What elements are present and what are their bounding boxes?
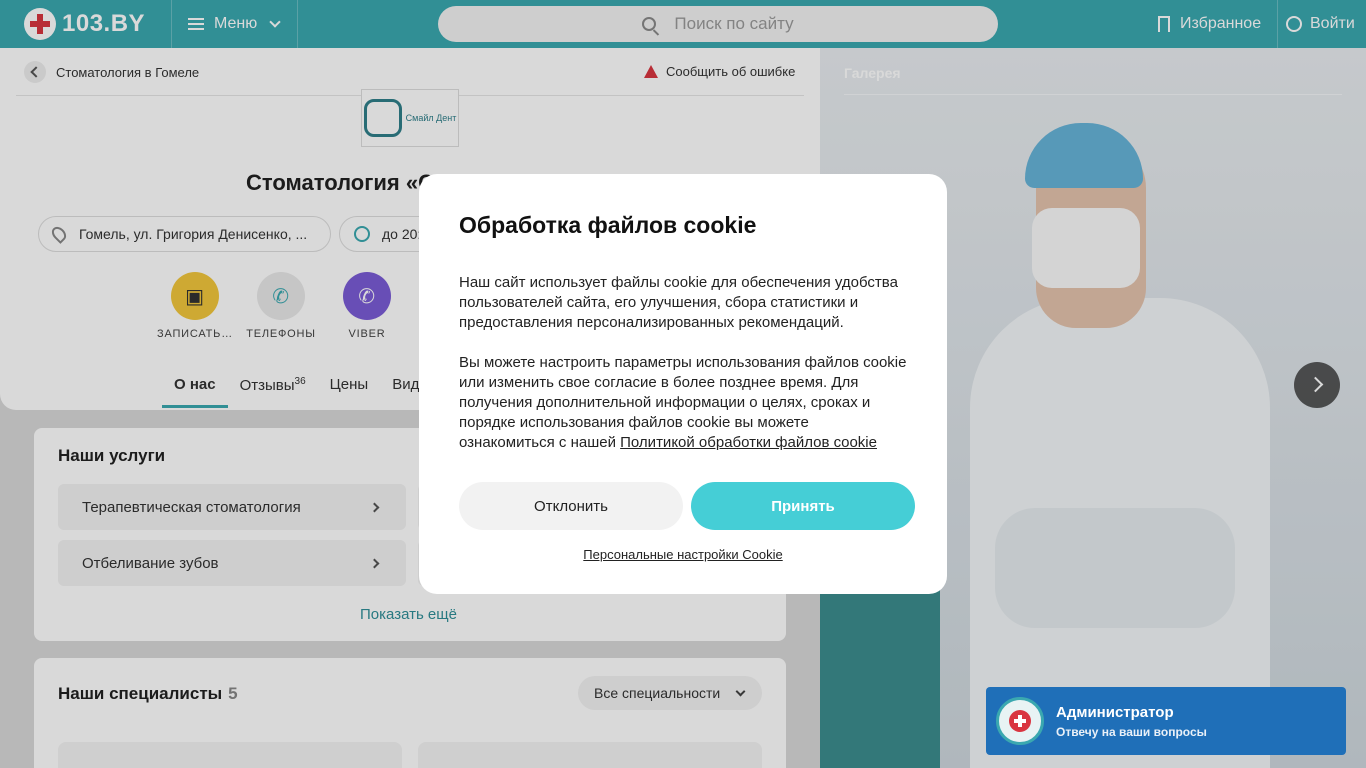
admin-text: Администратор Отвечу на ваши вопросы (1056, 704, 1207, 739)
accept-button[interactable]: Принять (691, 482, 915, 530)
cookie-policy-link[interactable]: Политикой обработки файлов cookie (620, 434, 877, 451)
cookie-settings-link[interactable]: Персональные настройки Cookie (419, 547, 947, 562)
admin-subtitle: Отвечу на ваши вопросы (1056, 724, 1207, 739)
medical-cross-icon (1009, 710, 1031, 732)
cookie-dialog: Обработка файлов cookie Наш сайт использ… (419, 174, 947, 594)
admin-chat-widget[interactable]: Администратор Отвечу на ваши вопросы (986, 687, 1346, 755)
decline-button[interactable]: Отклонить (459, 482, 683, 530)
cookie-paragraph-2: Вы можете настроить параметры использова… (459, 353, 907, 453)
avatar (996, 697, 1044, 745)
cookie-title: Обработка файлов cookie (459, 212, 757, 238)
admin-title: Администратор (1056, 703, 1174, 721)
cookie-paragraph-1: Наш сайт использует файлы cookie для обе… (459, 274, 898, 331)
cookie-buttons: Отклонить Принять (459, 482, 915, 530)
